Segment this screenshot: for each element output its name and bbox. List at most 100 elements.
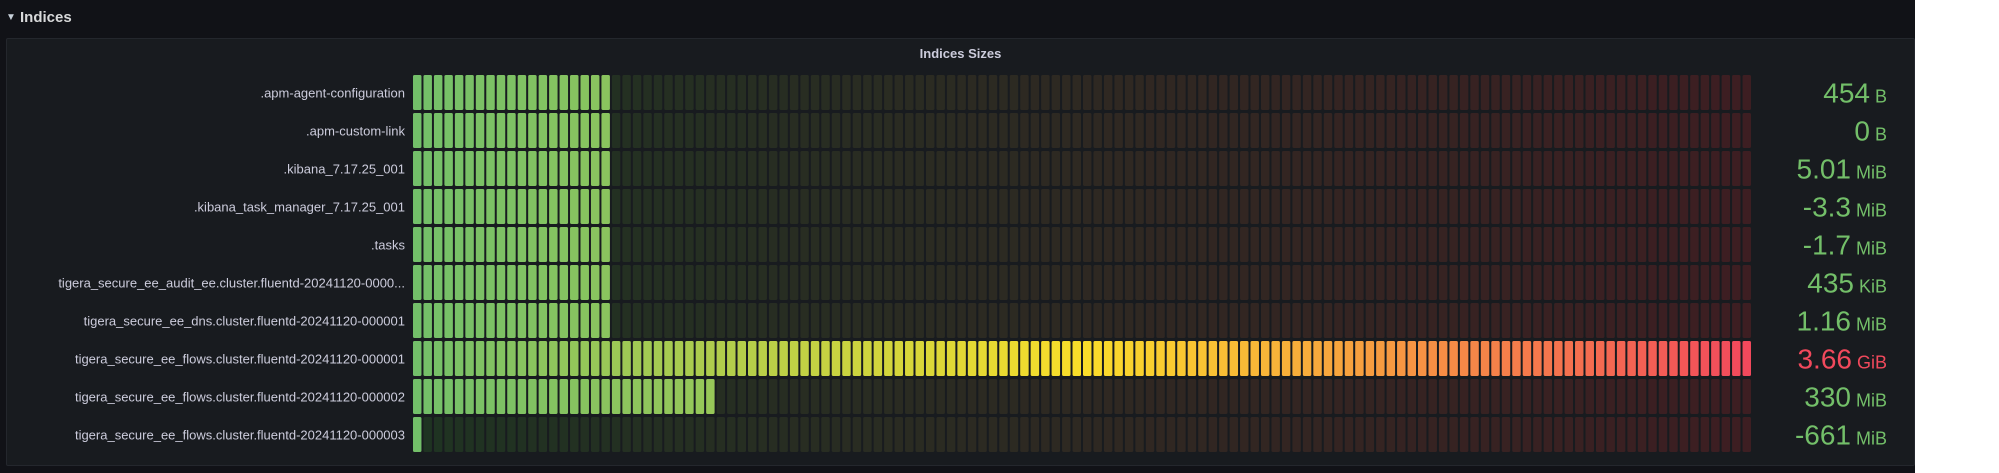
gauge-segment-empty bbox=[1501, 75, 1511, 110]
gauge-segment-empty bbox=[1418, 303, 1427, 338]
gauge-segment-empty bbox=[946, 227, 956, 262]
gauge-segment-empty bbox=[1501, 189, 1511, 224]
gauge-segment-empty bbox=[1459, 189, 1469, 224]
gauge-segment-empty bbox=[1554, 113, 1563, 148]
gauge-value-unit: KiB bbox=[1859, 277, 1887, 297]
gauge-segment-empty bbox=[1575, 303, 1584, 338]
gauge-segment-filled bbox=[465, 151, 474, 186]
gauge-segment-filled bbox=[758, 341, 767, 376]
gauge-segment-empty bbox=[1480, 189, 1490, 224]
row-header-indices[interactable]: ▼ Indices bbox=[0, 0, 72, 34]
gauge-segment-filled bbox=[999, 341, 1008, 376]
gauge-segment-filled bbox=[496, 379, 506, 414]
gauge-segment-filled bbox=[1533, 341, 1542, 376]
gauge-segment-empty bbox=[727, 265, 736, 300]
gauge-segment-empty bbox=[1219, 75, 1228, 110]
gauge-segment-filled bbox=[423, 151, 432, 186]
gauge-segment-empty bbox=[905, 113, 914, 148]
gauge-segment-empty bbox=[632, 303, 642, 338]
gauge-segment-empty bbox=[758, 151, 767, 186]
gauge-segment-filled bbox=[1397, 341, 1406, 376]
gauge-segment-empty bbox=[1229, 75, 1239, 110]
gauge-value-number: -3.3 bbox=[1803, 192, 1851, 223]
gauge-segment-empty bbox=[978, 265, 987, 300]
gauge-segment-empty bbox=[727, 379, 736, 414]
gauge-value-unit: MiB bbox=[1856, 163, 1887, 183]
gauge-segment-empty bbox=[433, 417, 443, 452]
gauge-segment-filled bbox=[664, 379, 673, 414]
gauge-segment-empty bbox=[1554, 151, 1563, 186]
gauge-segment-empty bbox=[685, 303, 694, 338]
gauge-segment-empty bbox=[1240, 113, 1249, 148]
gauge-segment-empty bbox=[894, 113, 904, 148]
gauge-segment-empty bbox=[538, 417, 548, 452]
gauge-segment-empty bbox=[1397, 189, 1406, 224]
gauge-segment-empty bbox=[1250, 75, 1259, 110]
gauge-segment-empty bbox=[925, 417, 935, 452]
gauge-segment-empty bbox=[1690, 189, 1699, 224]
gauge-segment-filled bbox=[517, 379, 527, 414]
gauge-segment-empty bbox=[1062, 417, 1071, 452]
gauge-segment-empty bbox=[737, 75, 746, 110]
gauge-segment-empty bbox=[1575, 417, 1584, 452]
gauge-segment-empty bbox=[1135, 265, 1144, 300]
gauge-segment-empty bbox=[1250, 189, 1259, 224]
gauge-segment-empty bbox=[1219, 417, 1228, 452]
gauge-segment-empty bbox=[1187, 303, 1197, 338]
gauge-segment-empty bbox=[768, 379, 778, 414]
gauge-segment-empty bbox=[1250, 151, 1259, 186]
gauge-segment-filled bbox=[590, 303, 600, 338]
gauge-segment-filled bbox=[413, 379, 422, 414]
gauge-segment-empty bbox=[1732, 379, 1741, 414]
gauge-segment-empty bbox=[1585, 151, 1594, 186]
gauge-segment-empty bbox=[1637, 113, 1647, 148]
gauge-segment-empty bbox=[1386, 417, 1396, 452]
gauge-segment-empty bbox=[1648, 227, 1657, 262]
gauge-segment-empty bbox=[1198, 189, 1207, 224]
gauge-segment-empty bbox=[1585, 379, 1594, 414]
gauge-segment-empty bbox=[1323, 303, 1333, 338]
gauge-segment-filled bbox=[1585, 341, 1594, 376]
gauge-segment-empty bbox=[1302, 265, 1312, 300]
gauge-segment-filled bbox=[748, 341, 757, 376]
gauge-segment-filled bbox=[413, 341, 422, 376]
gauge-segment-empty bbox=[1648, 417, 1657, 452]
gauge-segment-empty bbox=[1679, 379, 1689, 414]
gauge-segment-filled bbox=[486, 227, 495, 262]
gauge-segment-empty bbox=[1072, 113, 1081, 148]
gauge-segment-empty bbox=[748, 113, 757, 148]
gauge-segment-empty bbox=[768, 189, 778, 224]
gauge-segment-empty bbox=[1103, 265, 1113, 300]
gauge-segment-empty bbox=[1072, 75, 1081, 110]
gauge-segment-empty bbox=[748, 417, 757, 452]
gauge-value-unit: MiB bbox=[1856, 391, 1887, 411]
gauge-segment-empty bbox=[1020, 303, 1029, 338]
gauge-segment-filled bbox=[475, 227, 485, 262]
gauge-segment-filled bbox=[549, 75, 558, 110]
gauge-segment-empty bbox=[800, 265, 809, 300]
gauge-segment-empty bbox=[1438, 189, 1448, 224]
gauge-segment-filled bbox=[800, 341, 809, 376]
gauge-segment-empty bbox=[1062, 265, 1071, 300]
gauge-segment-empty bbox=[1533, 151, 1542, 186]
gauge-segment-empty bbox=[1302, 417, 1312, 452]
gauge-segment-empty bbox=[1407, 379, 1416, 414]
gauge-segment-empty bbox=[1711, 75, 1720, 110]
gauge-segment-empty bbox=[999, 265, 1008, 300]
gauge-segment-filled bbox=[559, 341, 569, 376]
gauge-segment-empty bbox=[716, 303, 726, 338]
gauge-segment-empty bbox=[727, 417, 736, 452]
gauge-segment-empty bbox=[1166, 303, 1176, 338]
gauge-segment-empty bbox=[1554, 265, 1563, 300]
gauge-segment-empty bbox=[758, 113, 767, 148]
gauge-segment-empty bbox=[664, 113, 673, 148]
gauge-segment-filled bbox=[549, 189, 558, 224]
gauge-segment-empty bbox=[1637, 265, 1647, 300]
gauge-segment-empty bbox=[1051, 417, 1061, 452]
gauge-segment-filled bbox=[507, 189, 516, 224]
gauge-segment-empty bbox=[1260, 303, 1270, 338]
gauge-segment-filled bbox=[517, 75, 527, 110]
gauge-segment-empty bbox=[1302, 75, 1312, 110]
gauge-segment-empty bbox=[1271, 75, 1280, 110]
gauge-segment-empty bbox=[1198, 75, 1207, 110]
